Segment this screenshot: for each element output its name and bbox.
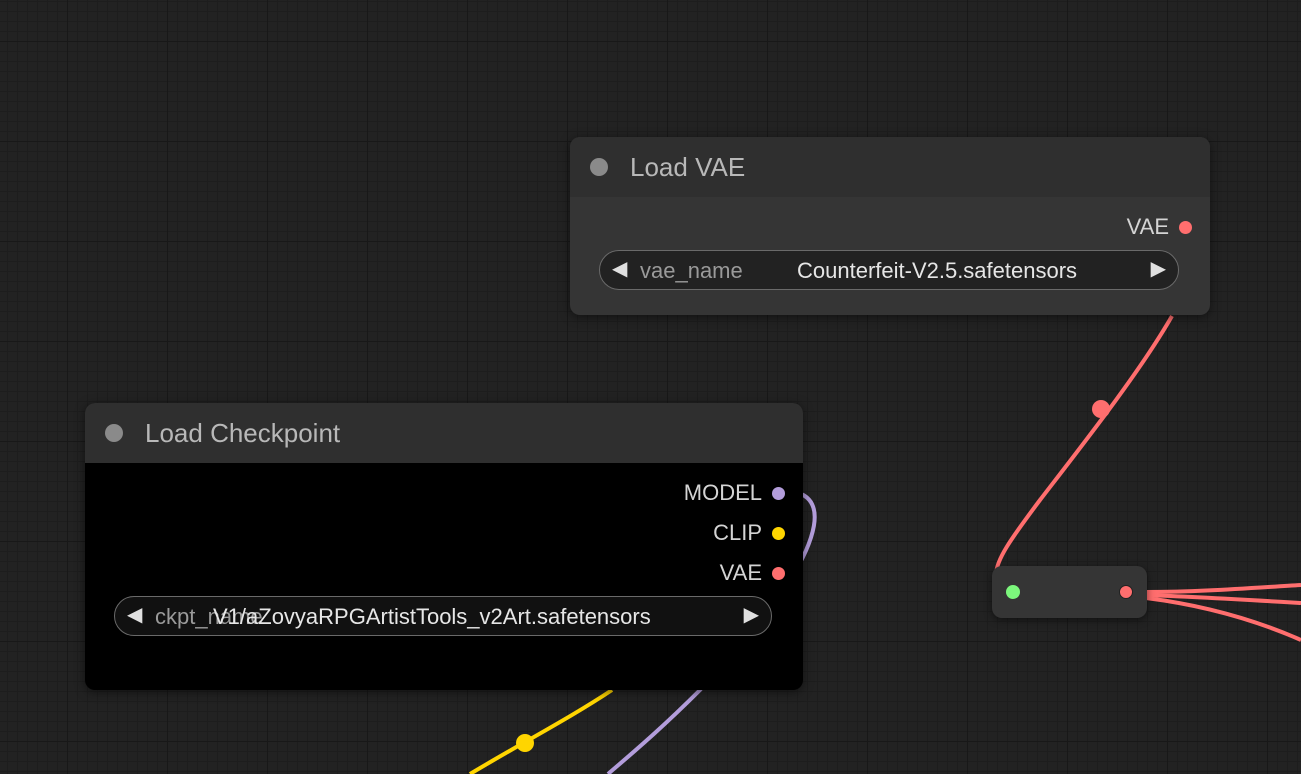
output-label: MODEL [683, 480, 762, 505]
link-midpoint-clip[interactable] [516, 734, 534, 752]
input-slot-dot-icon[interactable] [1006, 585, 1020, 599]
output-slot-vae[interactable]: VAE [1127, 212, 1192, 242]
left-arrow-icon[interactable]: ◀ [612, 256, 627, 281]
output-label: CLIP [713, 520, 762, 545]
output-label: VAE [1126, 214, 1169, 239]
slot-dot-icon[interactable] [1179, 220, 1192, 234]
link-vae-to-reroute [994, 315, 1174, 576]
load-checkpoint-title-bar[interactable]: Load Checkpoint [85, 403, 803, 463]
link-midpoint-vae[interactable] [1092, 400, 1110, 418]
status-dot-icon[interactable] [105, 424, 123, 442]
output-slot-vae[interactable]: VAE [720, 558, 785, 588]
link-reroute-out-3 [1145, 596, 1301, 642]
graph-canvas[interactable]: Load VAE VAE ◀ vae_name Counterfeit-V2.5… [0, 0, 1301, 774]
reroute-node[interactable] [992, 566, 1147, 618]
slot-dot-icon[interactable] [772, 566, 785, 580]
combo-value: Counterfeit-V2.5.safetensors [797, 258, 1078, 283]
link-reroute-out-1 [1145, 583, 1301, 594]
load-vae-node[interactable]: Load VAE VAE ◀ vae_name Counterfeit-V2.5… [570, 137, 1210, 315]
combo-value: V1/aZovyaRPGArtistTools_v2Art.safetensor… [213, 604, 651, 629]
load-checkpoint-node[interactable]: Load Checkpoint MODEL CLIP VAE ◀ ckpt_na… [85, 403, 803, 690]
slot-dot-icon[interactable] [772, 526, 785, 540]
ckpt-name-combo[interactable]: ◀ ckpt_name V1/aZovyaRPGArtistTools_v2Ar… [114, 596, 772, 636]
left-arrow-icon[interactable]: ◀ [127, 602, 142, 627]
output-slot-model[interactable]: MODEL [684, 478, 785, 508]
right-arrow-icon[interactable]: ▶ [1151, 256, 1166, 281]
status-dot-icon[interactable] [590, 158, 608, 176]
right-arrow-icon[interactable]: ▶ [744, 602, 759, 627]
node-title: Load Checkpoint [145, 418, 341, 448]
output-label: VAE [719, 560, 762, 585]
node-title: Load VAE [630, 152, 746, 182]
output-slot-clip[interactable]: CLIP [713, 518, 785, 548]
link-clip [468, 688, 614, 774]
combo-label: vae_name [640, 258, 743, 283]
output-slot-dot-icon[interactable] [1119, 585, 1133, 599]
load-vae-title-bar[interactable]: Load VAE [570, 137, 1210, 197]
slot-dot-icon[interactable] [772, 486, 785, 500]
vae-name-combo[interactable]: ◀ vae_name Counterfeit-V2.5.safetensors … [599, 250, 1179, 290]
